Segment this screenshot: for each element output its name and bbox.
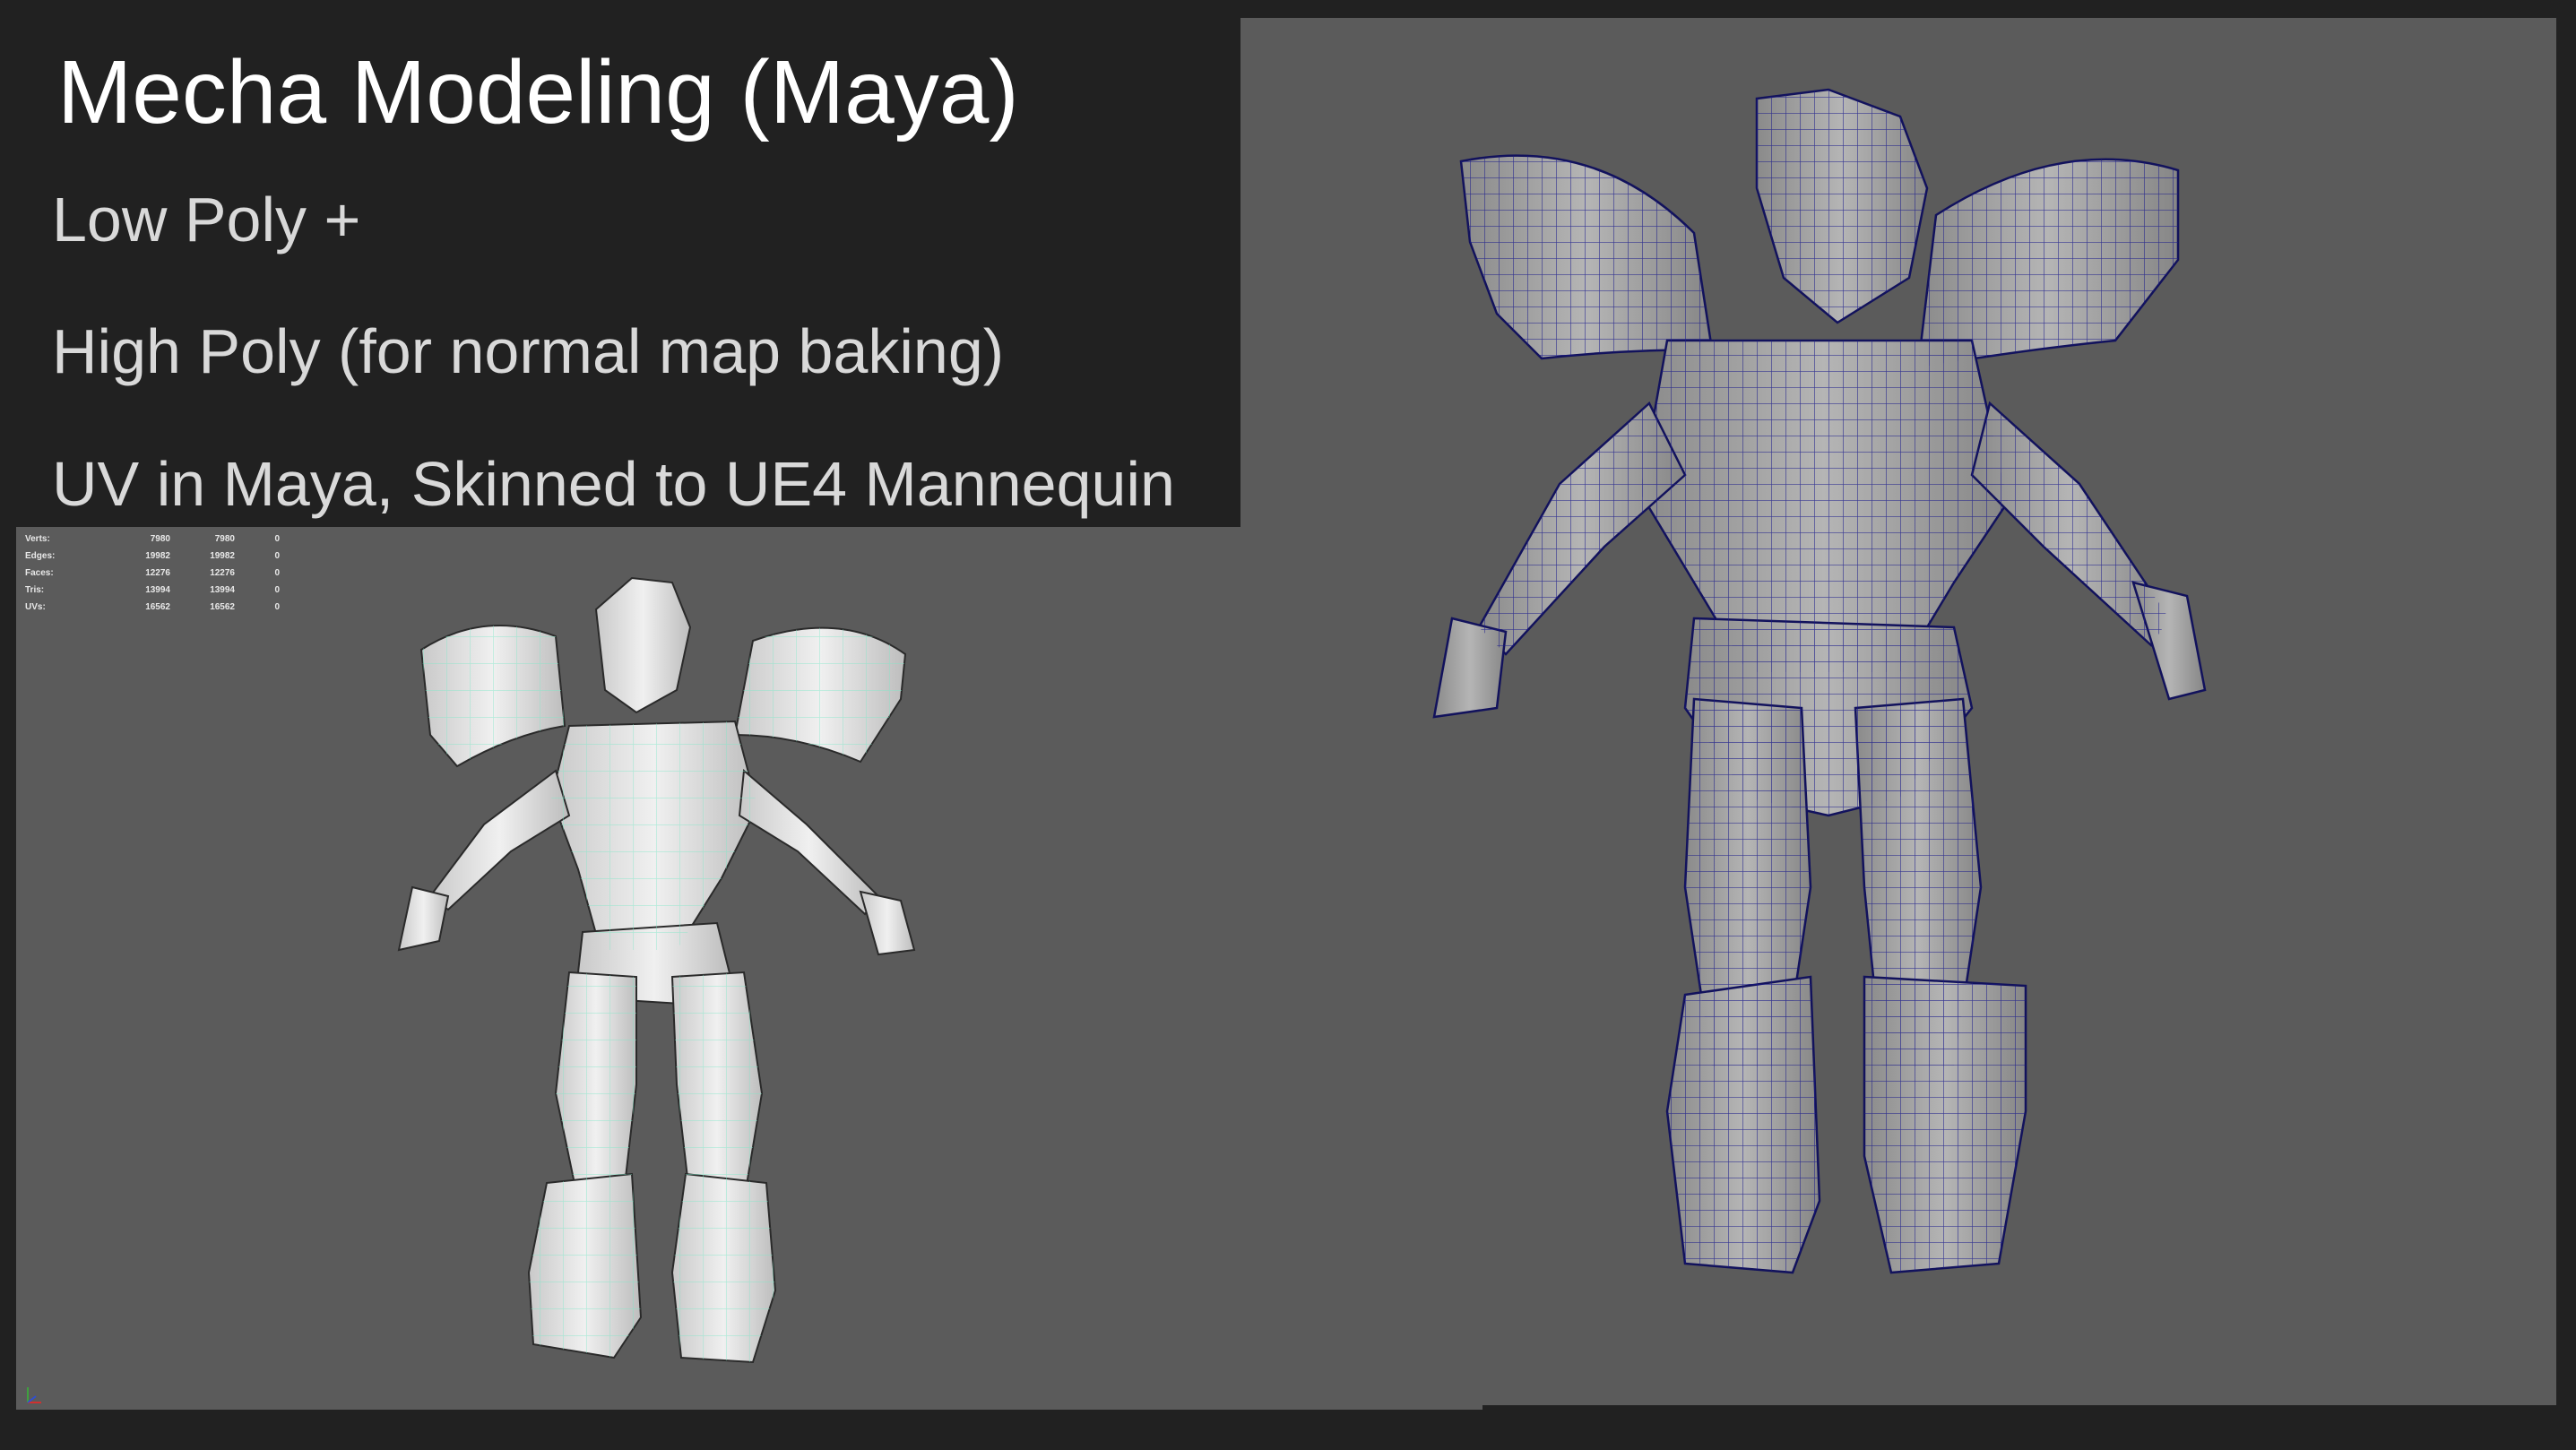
bullet-high-poly: High Poly (for normal map baking)	[52, 316, 1005, 386]
slide-title: Mecha Modeling (Maya)	[57, 42, 1019, 142]
poly-count-hud: Verts: 7980 7980 0 Edges: 19982 19982 0 …	[25, 531, 280, 616]
hud-row-uvs: UVs: 16562 16562 0	[25, 602, 280, 612]
title-panel: Mecha Modeling (Maya) Low Poly + High Po…	[0, 0, 1240, 527]
bullet-low-poly: Low Poly +	[52, 185, 361, 255]
hud-row-verts: Verts: 7980 7980 0	[25, 534, 280, 544]
low-poly-mecha-model	[397, 576, 916, 1364]
hud-row-edges: Edges: 19982 19982 0	[25, 551, 280, 561]
high-poly-mecha-model	[1432, 88, 2207, 1274]
axis-gizmo-icon	[27, 1387, 41, 1403]
hud-row-faces: Faces: 12276 12276 0	[25, 568, 280, 578]
hud-row-tris: Tris: 13994 13994 0	[25, 585, 280, 595]
bullet-uv-skinning: UV in Maya, Skinned to UE4 Mannequin	[52, 449, 1175, 519]
